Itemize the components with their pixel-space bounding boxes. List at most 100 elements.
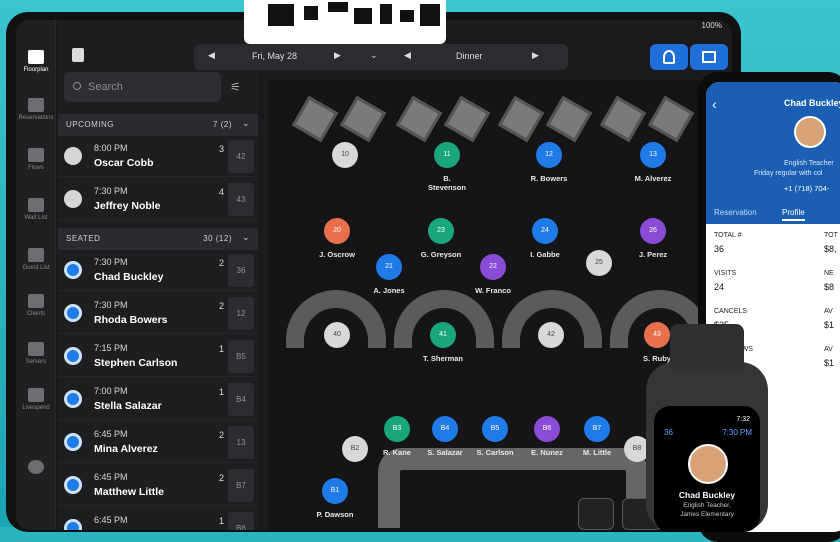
profile-phone[interactable]: +1 (718) 704- xyxy=(784,184,829,193)
section-upcoming[interactable]: UPCOMING 7 (2) ⌄ xyxy=(58,114,258,136)
table-b3[interactable]: B3 xyxy=(384,416,410,442)
seated-status-icon xyxy=(64,261,82,279)
table-number: B4 xyxy=(228,383,254,416)
table-20[interactable]: 20 xyxy=(324,218,350,244)
back-icon[interactable]: ‹ xyxy=(712,96,717,112)
table-12[interactable]: 12 xyxy=(536,142,562,168)
chair xyxy=(395,95,443,143)
table-number: 43 xyxy=(228,183,254,216)
table-b4[interactable]: B4 xyxy=(432,416,458,442)
filter-icon[interactable]: ⚟ xyxy=(230,80,244,94)
table-guest-label: S. Salazar xyxy=(427,448,463,457)
table-11[interactable]: 11 xyxy=(434,142,460,168)
watch-screen: 7:32 36 7:30 PM Chad Buckley English Tea… xyxy=(654,406,760,532)
table-guest-label: W. Franco xyxy=(475,286,511,295)
rail-item-guestlist[interactable]: Guest List xyxy=(16,248,56,271)
rail-item-servers[interactable]: Servers xyxy=(16,342,56,365)
list-item[interactable]: 7:30 PM Jeffrey Noble 4 43 xyxy=(58,179,258,220)
table-41[interactable]: 41 xyxy=(430,322,456,348)
table-25[interactable]: 25 xyxy=(586,250,612,276)
table-26[interactable]: 26 xyxy=(640,218,666,244)
prev-date-icon[interactable]: ◀ xyxy=(208,50,215,61)
rail-item-clients[interactable]: Clients xyxy=(16,294,56,317)
table-guest-label: R. Bowers xyxy=(530,174,568,183)
table-13[interactable]: 13 xyxy=(640,142,666,168)
table-21[interactable]: 21 xyxy=(376,254,402,280)
watch-table: 36 xyxy=(664,428,673,437)
rail-item-livespend[interactable]: Livespend xyxy=(16,388,56,411)
watch-seat-time: 7:30 PM xyxy=(722,428,752,437)
chair xyxy=(647,95,695,143)
profile-tabs: Reservation Profile xyxy=(706,202,840,224)
list-item[interactable]: 6:45 PM Mina Alverez 2 13 xyxy=(58,422,258,463)
new-note-icon[interactable] xyxy=(72,48,84,62)
table-10[interactable]: 10 xyxy=(332,142,358,168)
reservation-time: 7:30 PM xyxy=(94,300,128,310)
table-23[interactable]: 23 xyxy=(428,218,454,244)
list-item[interactable]: 7:30 PM Chad Buckley 2 36 xyxy=(58,250,258,291)
stat-value: 24 xyxy=(714,282,725,292)
walk-in-button[interactable] xyxy=(650,44,688,70)
search-input[interactable]: Search xyxy=(64,72,221,102)
list-item[interactable]: 6:45 PM Matthew Little 2 B7 xyxy=(58,465,258,506)
table-43[interactable]: 43 xyxy=(644,322,670,348)
floorplan-map-button[interactable] xyxy=(690,44,728,70)
table-42[interactable]: 42 xyxy=(538,322,564,348)
table-guest-label: T. Sherman xyxy=(422,354,464,363)
tab-profile[interactable]: Profile xyxy=(782,208,805,221)
chair xyxy=(545,95,593,143)
reservation-time: 6:45 PM xyxy=(94,472,128,482)
stat-label: NE xyxy=(824,270,834,277)
table-22[interactable]: 22 xyxy=(480,254,506,280)
guest-name: Mina Alverez xyxy=(94,443,158,455)
chevron-down-icon[interactable]: ⌄ xyxy=(370,50,378,61)
rail-item-floorplan[interactable]: Floorplan xyxy=(16,50,56,73)
section-seated[interactable]: SEATED 30 (12) ⌄ xyxy=(58,228,258,250)
layers-button[interactable] xyxy=(578,498,614,530)
table-b7[interactable]: B7 xyxy=(584,416,610,442)
rail-item-flows[interactable]: Flows xyxy=(16,148,56,171)
chair xyxy=(497,95,545,143)
table-24[interactable]: 24 xyxy=(532,218,558,244)
settings-button[interactable] xyxy=(16,460,56,477)
chair xyxy=(291,95,339,143)
table-guest-label: P. Dawson xyxy=(316,510,354,519)
party-size: 3 xyxy=(218,144,224,154)
chair xyxy=(443,95,491,143)
search-icon xyxy=(73,82,81,90)
rail-item-waitlist[interactable]: Wait List xyxy=(16,198,56,221)
list-item[interactable]: 8:00 PM Oscar Cobb 3 42 xyxy=(58,136,258,177)
table-guest-label: I. Gabbe xyxy=(530,250,560,259)
ipad-frame: iPad 100% Floorplan Reservations Flows W… xyxy=(6,12,741,532)
reservation-time: 6:45 PM xyxy=(94,515,128,525)
next-shift-icon[interactable]: ▶ xyxy=(532,50,539,61)
seated-status-icon xyxy=(64,390,82,408)
tab-reservation[interactable]: Reservation xyxy=(714,208,757,217)
table-b5[interactable]: B5 xyxy=(482,416,508,442)
table-b6[interactable]: B6 xyxy=(534,416,560,442)
shift-label[interactable]: Dinner xyxy=(456,51,483,61)
livespend-icon xyxy=(28,388,44,402)
list-item[interactable]: 7:15 PM Stephen Carlson 1 B5 xyxy=(58,336,258,377)
stat-label: CANCELS xyxy=(714,308,748,315)
table-40[interactable]: 40 xyxy=(324,322,350,348)
table-number: B5 xyxy=(228,340,254,373)
reservation-time: 7:30 PM xyxy=(94,186,128,196)
map-icon xyxy=(702,51,716,63)
rail-item-reservations[interactable]: Reservations xyxy=(16,98,56,121)
date-label[interactable]: Fri, May 28 xyxy=(252,51,297,61)
section-count: 30 (12) xyxy=(203,234,232,243)
list-item[interactable]: 7:00 PM Stella Salazar 1 B4 xyxy=(58,379,258,420)
list-item[interactable]: 7:30 PM Rhoda Bowers 2 12 xyxy=(58,293,258,334)
walk-in-icon xyxy=(663,50,675,64)
watch-name: Chad Buckley xyxy=(678,490,736,500)
servers-icon xyxy=(28,342,44,356)
section-count: 7 (2) xyxy=(213,120,232,129)
table-number: 12 xyxy=(228,297,254,330)
table-b2[interactable]: B2 xyxy=(342,436,368,462)
party-size: 1 xyxy=(218,516,224,526)
table-b1[interactable]: B1 xyxy=(322,478,348,504)
next-date-icon[interactable]: ▶ xyxy=(334,50,341,61)
table-guest-label: S. Carlson xyxy=(476,448,514,457)
prev-shift-icon[interactable]: ◀ xyxy=(404,50,411,61)
